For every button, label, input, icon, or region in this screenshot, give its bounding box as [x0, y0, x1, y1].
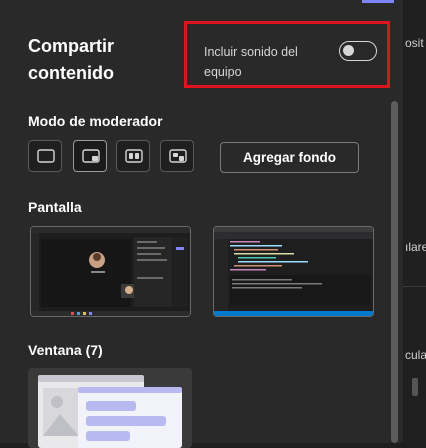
toggle-knob [343, 45, 354, 56]
presenter-mode-title: Modo de moderador [28, 113, 163, 129]
include-sound-toggle[interactable] [339, 41, 377, 61]
window-thumbnail-1[interactable] [28, 368, 192, 448]
include-sound-label: Incluir sonido del equipo [204, 45, 298, 79]
panel-title: Compartir contenido [28, 36, 115, 83]
background-meeting-strip: osit ılare culan [403, 0, 426, 443]
screen-1-preview [31, 227, 190, 316]
content-only-mode-button[interactable] [28, 140, 62, 172]
standout-mode-button[interactable] [73, 140, 107, 172]
side-by-side-icon [125, 149, 143, 163]
panel-scrollbar[interactable] [391, 101, 398, 443]
share-content-panel: Compartir contenido Incluir sonido del e… [0, 0, 403, 448]
active-tab-indicator [362, 0, 394, 3]
strip-scroll-handle [412, 378, 418, 396]
window-section-title: Ventana (7) [28, 342, 103, 358]
content-only-icon [37, 149, 55, 163]
reporter-icon [169, 149, 187, 163]
add-background-button[interactable]: Agregar fondo [220, 142, 359, 173]
strip-divider [403, 286, 426, 287]
strip-text-2: ılare [405, 240, 426, 254]
side-by-side-mode-button[interactable] [116, 140, 150, 172]
screen-thumbnail-2[interactable] [213, 226, 374, 317]
standout-icon [82, 149, 100, 163]
window-1-preview [38, 375, 182, 448]
include-sound-setting: Incluir sonido del equipo [184, 21, 390, 88]
reporter-mode-button[interactable] [160, 140, 194, 172]
strip-text-3: culan [405, 348, 426, 362]
screen-2-preview [214, 227, 373, 316]
strip-text-1: osit [405, 36, 424, 50]
screen-thumbnail-1[interactable] [30, 226, 191, 317]
screen-section-title: Pantalla [28, 199, 82, 215]
